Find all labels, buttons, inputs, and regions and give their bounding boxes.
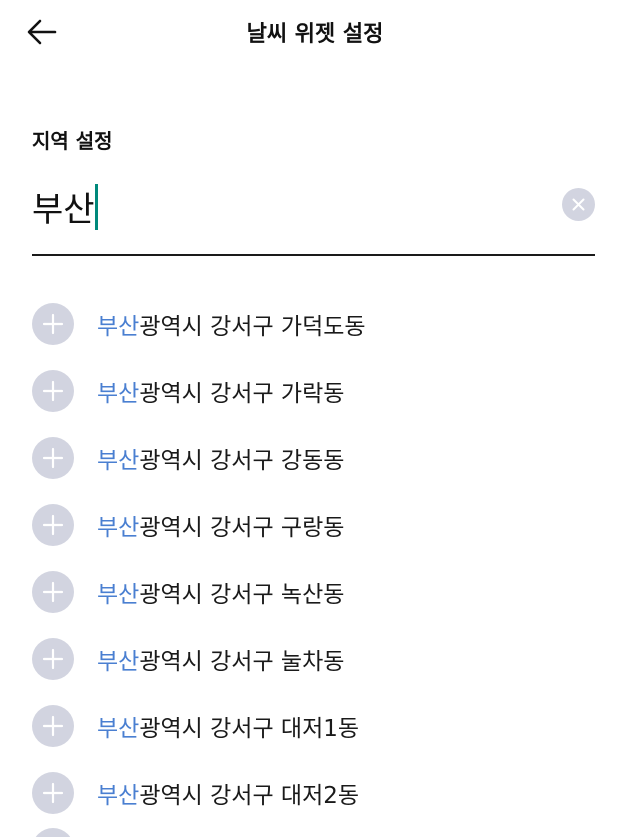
result-label: 부산광역시 강서구 가덕도동: [97, 307, 366, 341]
add-icon[interactable]: [32, 704, 74, 747]
add-icon[interactable]: [32, 570, 74, 613]
result-item[interactable]: 부산광역시 강서구 구랑동: [32, 491, 612, 558]
result-rest: 광역시 강서구 가락동: [139, 380, 345, 407]
result-item[interactable]: 부산광역시 강서구 가덕도동: [32, 290, 612, 357]
result-item[interactable]: 부산광역시 강서구 강동동: [32, 424, 612, 491]
result-label: 부산광역시 강서구 녹산동: [97, 575, 344, 609]
region-search-field: [32, 176, 595, 256]
result-rest: 광역시 강서구 가덕도동: [139, 313, 366, 340]
page-title: 날씨 위젯 설정: [246, 22, 384, 47]
result-rest: 광역시 강서구 구랑동: [139, 514, 345, 541]
add-icon[interactable]: [32, 637, 74, 680]
result-item[interactable]: 부산광역시 강서구 녹산동: [32, 558, 612, 625]
result-highlight: 부산: [97, 581, 140, 608]
region-search-input[interactable]: [32, 176, 552, 236]
result-item[interactable]: 부산광역시 강서구 가락동: [32, 357, 612, 424]
add-icon[interactable]: [32, 302, 74, 345]
clear-button[interactable]: [562, 188, 595, 221]
result-item[interactable]: 부산광역시 강서구 대저2동: [32, 759, 612, 826]
result-label: 부산광역시 강서구 구랑동: [97, 508, 344, 542]
add-icon[interactable]: [32, 436, 74, 479]
result-highlight: 부산: [97, 313, 140, 340]
result-item[interactable]: 부산광역시 강서구 눌차동: [32, 625, 612, 692]
result-label: 부산광역시 강서구 가락동: [97, 374, 344, 408]
result-rest: 광역시 강서구 대저1동: [139, 715, 360, 742]
result-label: 부산광역시 강서구 대저2동: [97, 776, 359, 810]
region-settings-label: 지역 설정: [32, 129, 113, 153]
result-highlight: 부산: [97, 380, 140, 407]
close-icon: [572, 198, 585, 211]
result-rest: 광역시 강서구 대저2동: [139, 782, 360, 809]
result-label: 부산광역시 강서구 대저1동: [97, 709, 359, 743]
search-underline: [32, 254, 595, 256]
result-rest: 광역시 강서구 녹산동: [139, 581, 345, 608]
add-icon[interactable]: [32, 369, 74, 412]
result-label: 부산광역시 강서구 강동동: [97, 441, 344, 475]
add-icon[interactable]: [32, 503, 74, 546]
result-highlight: 부산: [97, 715, 140, 742]
add-icon[interactable]: [32, 771, 74, 814]
result-highlight: 부산: [97, 648, 140, 675]
result-highlight: 부산: [97, 514, 140, 541]
result-label: 부산광역시 강서구 눌차동: [97, 642, 344, 676]
header: 날씨 위젯 설정: [0, 0, 630, 66]
result-item[interactable]: 부산광역시 강서구 대저1동: [32, 692, 612, 759]
text-caret: [95, 184, 98, 230]
weather-widget-settings-screen: 날씨 위젯 설정 지역 설정 부산광역시 강서구 가덕도동부산광역시 강서구 가…: [0, 0, 630, 837]
result-highlight: 부산: [97, 447, 140, 474]
add-icon-partial: [32, 828, 74, 837]
result-rest: 광역시 강서구 눌차동: [139, 648, 345, 675]
search-results-list: 부산광역시 강서구 가덕도동 부산광역시 강서구 가락동 부산광역시 강서구 강동동…: [32, 290, 612, 826]
result-rest: 광역시 강서구 강동동: [139, 447, 345, 474]
result-highlight: 부산: [97, 782, 140, 809]
